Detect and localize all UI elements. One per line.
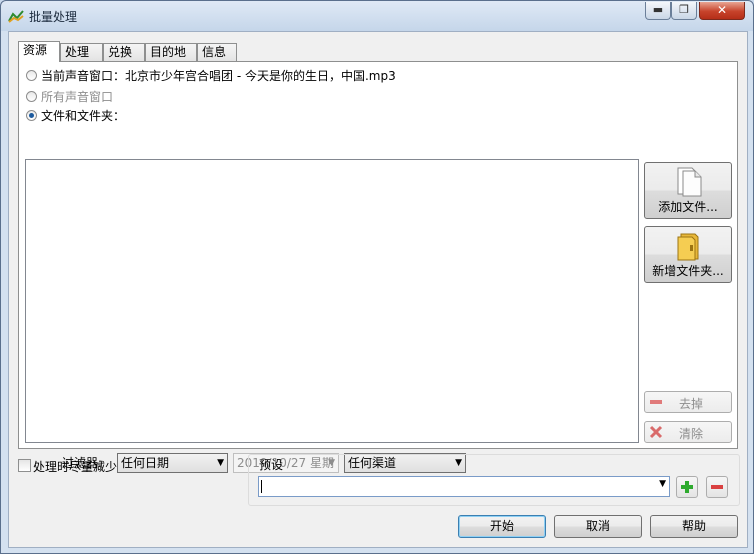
files-folders-radio[interactable]	[26, 110, 37, 121]
date-filter-select[interactable]: 任何日期 ▼	[117, 453, 228, 473]
tab-convert[interactable]: 兑换	[103, 43, 145, 61]
reduce-label: 处理时尽量减少	[33, 460, 118, 474]
all-windows-radio[interactable]	[26, 91, 37, 102]
remove-label: 去掉	[679, 397, 704, 411]
tab-destination[interactable]: 目的地	[145, 43, 197, 61]
tab-source[interactable]: 资源	[18, 41, 60, 62]
help-button[interactable]: 帮助	[650, 515, 738, 538]
preset-title: 预设	[259, 458, 284, 472]
app-chart-icon	[8, 10, 24, 23]
chevron-down-icon: ▼	[659, 479, 666, 489]
minus-icon	[650, 400, 662, 404]
chevron-down-icon: ▼	[217, 458, 224, 468]
window-title: 批量处理	[29, 10, 78, 24]
add-file-button[interactable]: 添加文件...	[644, 162, 732, 219]
maximize-button[interactable]: ❐	[671, 2, 697, 20]
cancel-button[interactable]: 取消	[554, 515, 642, 538]
dialog-client-area: 资源 处理 兑换 目的地 信息 当前声音窗口：北京市少年宫合唱团 - 今天是你的…	[8, 31, 748, 548]
new-folder-label: 新增文件夹...	[652, 264, 724, 278]
batch-dialog-window: 批量处理 ▬ ❐ ✕ 资源 处理 兑换 目的地 信息 当前声音窗口：北京市少年宫…	[0, 0, 754, 554]
folder-icon	[677, 233, 699, 261]
file-list[interactable]	[25, 159, 639, 443]
minus-icon	[711, 485, 723, 489]
remove-button[interactable]: 去掉	[644, 391, 732, 413]
new-folder-button[interactable]: 新增文件夹...	[644, 226, 732, 283]
all-windows-label: 所有声音窗口	[41, 90, 114, 104]
remove-preset-button[interactable]	[706, 476, 728, 498]
start-button[interactable]: 开始	[458, 515, 546, 538]
files-folders-label: 文件和文件夹：	[41, 109, 126, 123]
add-file-label: 添加文件...	[658, 200, 718, 214]
tab-info[interactable]: 信息	[197, 43, 237, 61]
tab-process[interactable]: 处理	[60, 43, 103, 61]
date-filter-value: 任何日期	[121, 456, 170, 470]
minimize-button[interactable]: ▬	[645, 2, 671, 20]
document-icon	[677, 167, 702, 197]
clear-label: 清除	[679, 427, 704, 441]
close-button[interactable]: ✕	[699, 2, 745, 20]
reduce-checkbox[interactable]	[18, 459, 31, 472]
add-preset-button[interactable]	[676, 476, 698, 498]
current-window-radio[interactable]	[26, 70, 37, 81]
plus-icon	[681, 481, 693, 493]
preset-combo[interactable]: ▼	[258, 476, 670, 497]
x-icon	[649, 425, 663, 439]
title-bar[interactable]: 批量处理 ▬ ❐ ✕	[1, 1, 753, 31]
source-tab-panel: 当前声音窗口：北京市少年宫合唱团 - 今天是你的生日，中国.mp3 所有声音窗口…	[18, 61, 738, 473]
current-window-label: 当前声音窗口：北京市少年宫合唱团 - 今天是你的生日，中国.mp3	[41, 69, 396, 83]
text-caret	[261, 480, 262, 493]
clear-button[interactable]: 清除	[644, 421, 732, 443]
